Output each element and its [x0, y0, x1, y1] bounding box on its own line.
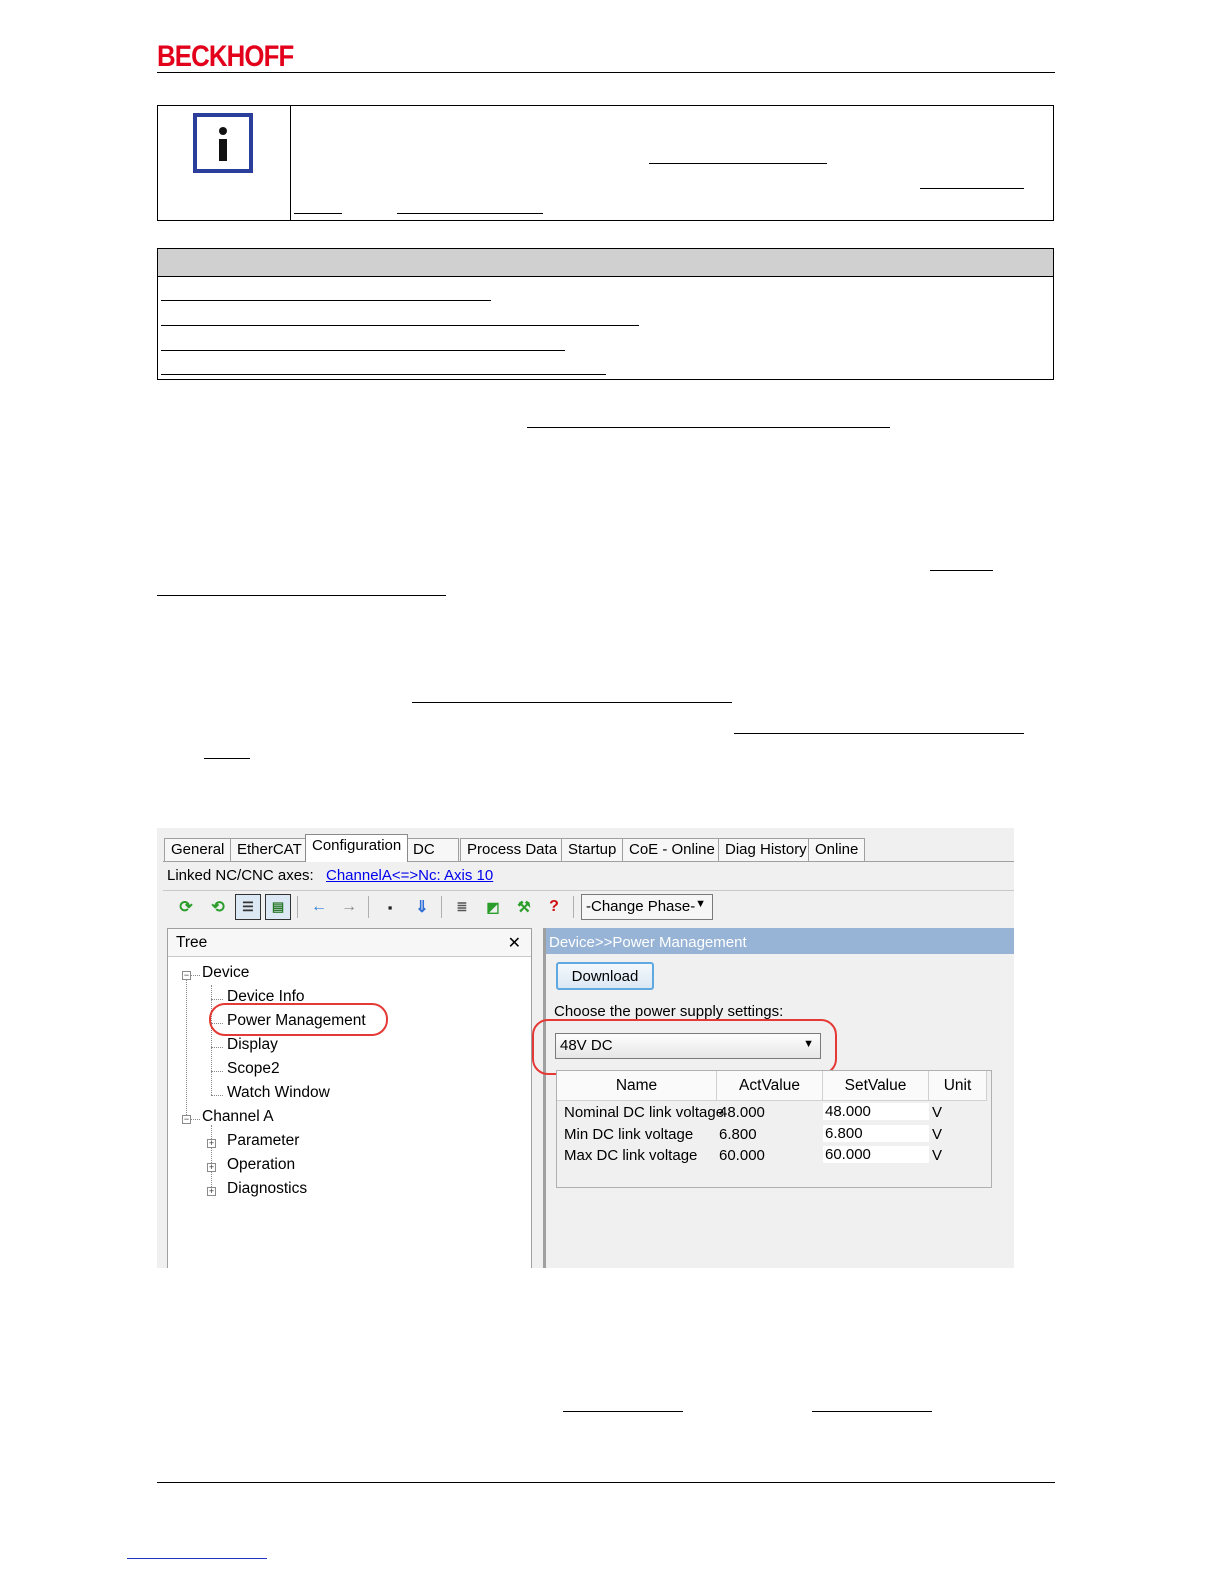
info-icon [193, 113, 253, 173]
row-unit-nominal: V [932, 1104, 943, 1121]
tree-item-watch-window[interactable]: Watch Window [227, 1084, 330, 1102]
col-header-actvalue: ActValue [717, 1071, 823, 1101]
download-list-icon[interactable]: ⇓ [409, 894, 435, 920]
row-set-nominal[interactable]: 48.000 [823, 1103, 929, 1120]
footer-rule [157, 1482, 1055, 1483]
reload-icon[interactable]: ⟳ [173, 894, 199, 920]
beckhoff-logo: BECKHOFF [157, 40, 294, 73]
col-header-unit: Unit [929, 1071, 987, 1101]
row-set-min[interactable]: 6.800 [823, 1125, 929, 1142]
related-links-box [157, 248, 1054, 380]
highlight-ring-power-management [209, 1003, 388, 1036]
tree-item-display[interactable]: Display [227, 1036, 278, 1054]
tree-item-scope2[interactable]: Scope2 [227, 1060, 280, 1078]
help-icon[interactable]: ? [541, 894, 567, 920]
tab-startup[interactable]: Startup [561, 838, 624, 861]
tree-item-parameter[interactable]: Parameter [227, 1132, 299, 1150]
note-icon-column [158, 106, 291, 220]
body-link-2a[interactable] [930, 570, 993, 571]
tab-general[interactable]: General [164, 838, 232, 861]
tools-icon[interactable]: ⚒ [511, 894, 537, 920]
header-rule [157, 72, 1055, 73]
tab-process-data[interactable]: Process Data [460, 838, 565, 861]
change-phase-value: -Change Phase- [586, 898, 696, 915]
expand-parameter-icon[interactable]: + [207, 1139, 216, 1148]
row-name-max: Max DC link voltage [564, 1147, 698, 1164]
related-link-4[interactable] [161, 374, 606, 375]
note-link-2[interactable] [920, 188, 1024, 189]
tree-pane-header: Tree ✕ [168, 929, 531, 957]
power-management-panel: Device>>Power Management Download Choose… [532, 928, 1014, 1268]
row-unit-min: V [932, 1126, 943, 1143]
tab-coe-online[interactable]: CoE - Online [622, 838, 722, 861]
row-act-min: 6.800 [719, 1126, 757, 1143]
tab-configuration[interactable]: Configuration [305, 834, 409, 862]
tree-item-channel-a[interactable]: Channel A [202, 1108, 274, 1126]
twincat-screenshot: General EtherCAT Configuration DC Proces… [157, 828, 1014, 1268]
split-view-icon[interactable]: ▤ [265, 894, 291, 920]
tree-pane: Tree ✕ − Device Device Info Power Manage… [167, 928, 532, 1268]
tab-online[interactable]: Online [808, 838, 866, 861]
row-set-max[interactable]: 60.000 [823, 1146, 929, 1163]
row-name-min: Min DC link voltage [564, 1126, 694, 1143]
forward-arrow-icon[interactable]: → [336, 894, 362, 920]
body-link-3[interactable] [412, 702, 732, 703]
tab-ethercat[interactable]: EtherCAT [230, 838, 309, 861]
row-act-max: 60.000 [719, 1147, 765, 1164]
note-link-4[interactable] [397, 213, 543, 214]
monitor-icon[interactable]: ▪ [377, 894, 403, 920]
body-link-1[interactable] [527, 427, 890, 428]
linked-axis-link[interactable]: ChannelA<=>Nc: Axis 10 [326, 867, 493, 884]
body-link-2b[interactable] [157, 595, 446, 596]
close-icon[interactable]: ✕ [508, 933, 521, 953]
tree-view-icon[interactable]: ☰ [235, 894, 261, 920]
related-link-3[interactable] [161, 350, 565, 351]
panel-title: Device>>Power Management [546, 928, 1014, 954]
tree-title: Tree [176, 934, 208, 951]
related-link-1[interactable] [161, 300, 491, 301]
chart-icon[interactable]: ◩ [480, 894, 506, 920]
collapse-device-icon[interactable]: − [182, 971, 191, 980]
col-header-name: Name [557, 1071, 717, 1101]
change-phase-select[interactable]: -Change Phase- ▼ [581, 894, 713, 920]
linked-axes-label: Linked NC/CNC axes: [167, 867, 314, 884]
related-link-2[interactable] [161, 325, 639, 326]
note-link-3[interactable] [294, 213, 342, 214]
body-link-4b[interactable] [204, 758, 250, 759]
tab-diag-history[interactable]: Diag History [718, 838, 814, 861]
back-arrow-icon[interactable]: ← [306, 894, 332, 920]
note-link-1[interactable] [649, 163, 827, 164]
voltage-table: Name ActValue SetValue Unit Nominal DC l… [556, 1070, 992, 1188]
row-name-nominal: Nominal DC link voltage [564, 1104, 725, 1121]
tree-item-device[interactable]: Device [202, 964, 249, 982]
tree-item-operation[interactable]: Operation [227, 1156, 295, 1174]
row-act-nominal: 48.000 [719, 1104, 765, 1121]
body-link-6[interactable] [812, 1411, 932, 1412]
refresh-icon[interactable]: ⟲ [205, 894, 231, 920]
footer-link[interactable] [127, 1558, 267, 1559]
tab-dc[interactable]: DC [406, 838, 459, 861]
note-box [157, 105, 1054, 221]
body-link-5[interactable] [563, 1411, 683, 1412]
collapse-channel-icon[interactable]: − [182, 1115, 191, 1124]
expand-diagnostics-icon[interactable]: + [207, 1187, 216, 1196]
row-unit-max: V [932, 1147, 943, 1164]
chevron-down-icon: ▼ [695, 898, 706, 910]
download-button[interactable]: Download [556, 962, 654, 990]
checklist-icon[interactable]: ≣ [449, 894, 475, 920]
choose-supply-label: Choose the power supply settings: [554, 1003, 784, 1020]
body-link-4a[interactable] [734, 733, 1024, 734]
tree-item-diagnostics[interactable]: Diagnostics [227, 1180, 307, 1198]
related-links-header [158, 249, 1053, 277]
col-header-setvalue: SetValue [823, 1071, 929, 1101]
highlight-ring-supply [532, 1019, 837, 1075]
expand-operation-icon[interactable]: + [207, 1163, 216, 1172]
